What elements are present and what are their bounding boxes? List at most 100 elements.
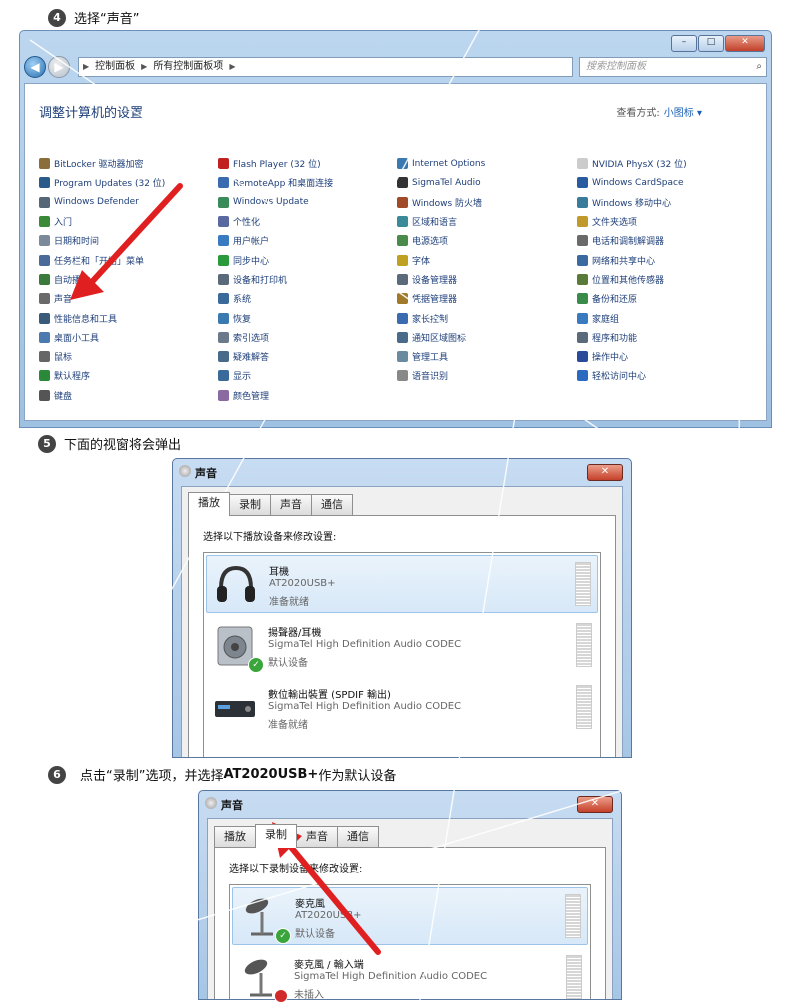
control-panel-item[interactable]: Program Updates (32 位) <box>39 173 165 192</box>
control-panel-item[interactable]: 恢复 <box>218 308 333 327</box>
control-panel-item[interactable]: Flash Player (32 位) <box>218 154 333 173</box>
control-panel-item[interactable]: 鼠标 <box>39 347 165 366</box>
control-panel-item-label: 电话和调制解调器 <box>592 237 665 248</box>
tab-bar: 播放 录制 声音 通信 <box>214 824 379 848</box>
control-panel-item-icon <box>397 293 408 305</box>
step-number: 4 <box>48 8 66 27</box>
control-panel-item[interactable]: 文件夹选项 <box>577 212 687 231</box>
tab-3[interactable]: 声音 <box>270 494 312 515</box>
speaker-icon <box>205 797 217 809</box>
control-panel-item[interactable]: 任务栏和「开始」菜单 <box>39 250 165 269</box>
address-bar[interactable]: ▶ 控制面板 ▶ 所有控制面板项 ▶ <box>78 57 573 77</box>
device-item[interactable]: 數位輸出裝置 (SPDIF 輸出) SigmaTel High Definitio… <box>206 679 598 737</box>
control-panel-item[interactable]: 颜色管理 <box>218 386 333 405</box>
control-panel-item-label: Windows Update <box>233 197 309 208</box>
tab-4[interactable]: 通信 <box>337 826 379 847</box>
search-icon[interactable]: ⌕ <box>756 58 762 76</box>
control-panel-item[interactable]: 桌面小工具 <box>39 328 165 347</box>
control-panel-item-icon <box>39 370 50 382</box>
control-panel-item[interactable]: 同步中心 <box>218 250 333 269</box>
control-panel-item[interactable]: 入门 <box>39 212 165 231</box>
control-panel-item[interactable]: 管理工具 <box>397 347 485 366</box>
control-panel-item[interactable]: 设备和打印机 <box>218 270 333 289</box>
control-panel-item[interactable]: Windows 移动中心 <box>577 193 687 212</box>
control-panel-item[interactable]: NVIDIA PhysX (32 位) <box>577 154 687 173</box>
close-button[interactable]: ✕ <box>577 796 613 813</box>
control-panel-item[interactable]: 程序和功能 <box>577 328 687 347</box>
control-panel-item[interactable]: 默认程序 <box>39 366 165 385</box>
control-panel-item[interactable]: Windows CardSpace <box>577 173 687 192</box>
device-item[interactable]: ✓ 麥克風 AT2020USB+ 默认设备 <box>232 887 588 945</box>
back-button[interactable]: ◀ <box>24 56 46 78</box>
control-panel-item[interactable]: 轻松访问中心 <box>577 366 687 385</box>
tab-2[interactable]: 录制 <box>255 824 297 848</box>
device-item[interactable]: ✓ 揚聲器/耳機 SigmaTel High Definition Audio CO… <box>206 617 598 675</box>
control-panel-item-icon <box>39 158 50 170</box>
control-panel-item[interactable]: 自动播放 <box>39 270 165 289</box>
control-panel-item[interactable]: Windows 防火墙 <box>397 193 485 212</box>
item-column-4: NVIDIA PhysX (32 位) Windows CardSpace Wind… <box>577 154 687 386</box>
breadcrumb-all-items[interactable]: 所有控制面板项 <box>153 58 223 76</box>
control-panel-item[interactable]: 网络和共享中心 <box>577 250 687 269</box>
close-button[interactable]: ✕ <box>587 464 623 481</box>
control-panel-item[interactable]: 家长控制 <box>397 308 485 327</box>
control-panel-item[interactable]: 性能信息和工具 <box>39 308 165 327</box>
control-panel-item[interactable]: 用户帐户 <box>218 231 333 250</box>
control-panel-item[interactable]: Windows Defender <box>39 193 165 212</box>
control-panel-item[interactable]: 个性化 <box>218 212 333 231</box>
device-item[interactable]: 耳機 AT2020USB+ 准备就绪 <box>206 555 598 613</box>
tab-3[interactable]: 声音 <box>296 826 338 847</box>
control-panel-item[interactable]: 操作中心 <box>577 347 687 366</box>
control-panel-item[interactable]: 电话和调制解调器 <box>577 231 687 250</box>
control-panel-item[interactable]: 字体 <box>397 250 485 269</box>
forward-button[interactable]: ▶ <box>48 56 70 78</box>
control-panel-item[interactable]: SigmaTel Audio <box>397 173 485 192</box>
step-text: 选择“声音” <box>74 12 140 27</box>
control-panel-item[interactable]: 电源选项 <box>397 231 485 250</box>
device-item[interactable]: 麥克風 / 輸入端 SigmaTel High Definition Audio … <box>232 949 588 1007</box>
control-panel-item[interactable]: 区域和语言 <box>397 212 485 231</box>
control-panel-item[interactable]: Internet Options <box>397 154 485 173</box>
control-panel-item-icon <box>397 177 408 189</box>
control-panel-item[interactable]: 通知区域图标 <box>397 328 485 347</box>
close-button[interactable]: ✕ <box>725 35 765 52</box>
control-panel-item[interactable]: 显示 <box>218 366 333 385</box>
control-panel-item[interactable]: Windows Update <box>218 193 333 212</box>
control-panel-item-icon <box>577 312 588 324</box>
control-panel-item-icon <box>397 235 408 247</box>
control-panel-item[interactable]: 位置和其他传感器 <box>577 270 687 289</box>
search-input[interactable]: 搜索控制面板 ⌕ <box>579 57 767 77</box>
tab-2[interactable]: 录制 <box>229 494 271 515</box>
step-number: 6 <box>48 765 66 784</box>
control-panel-item[interactable]: 备份和还原 <box>577 289 687 308</box>
control-panel-item[interactable]: 凭据管理器 <box>397 289 485 308</box>
control-panel-item[interactable]: 疑难解答 <box>218 347 333 366</box>
control-panel-item[interactable]: 语音识别 <box>397 366 485 385</box>
breadcrumb-control-panel[interactable]: 控制面板 <box>95 58 135 76</box>
view-by-dropdown[interactable]: 小图标 ▾ <box>664 108 702 119</box>
control-panel-item-icon <box>218 158 229 170</box>
tab-1[interactable]: 播放 <box>188 492 230 516</box>
tab-1[interactable]: 播放 <box>214 826 256 847</box>
minimize-button[interactable]: – <box>671 35 697 52</box>
control-panel-item-icon <box>577 177 588 189</box>
tab-4[interactable]: 通信 <box>311 494 353 515</box>
control-panel-item[interactable]: RemoteApp 和桌面连接 <box>218 173 333 192</box>
maximize-button[interactable]: □ <box>698 35 724 52</box>
control-panel-item-label: 显示 <box>233 372 252 383</box>
control-panel-item-icon <box>577 273 588 285</box>
control-panel-item-label: 自动播放 <box>54 275 91 286</box>
control-panel-item[interactable]: 系统 <box>218 289 333 308</box>
control-panel-item[interactable]: 日期和时间 <box>39 231 165 250</box>
control-panel-item-icon <box>397 273 408 285</box>
control-panel-item[interactable]: 声音 <box>39 289 165 308</box>
control-panel-item[interactable]: 键盘 <box>39 386 165 405</box>
control-panel-item[interactable]: 索引选项 <box>218 328 333 347</box>
control-panel-item[interactable]: 设备管理器 <box>397 270 485 289</box>
control-panel-item-label: 个性化 <box>233 218 261 229</box>
control-panel-item-label: 轻松访问中心 <box>592 372 647 383</box>
control-panel-item[interactable]: 家庭组 <box>577 308 687 327</box>
device-description: SigmaTel High Definition Audio CODEC <box>294 971 488 982</box>
control-panel-item[interactable]: BitLocker 驱动器加密 <box>39 154 165 173</box>
control-panel-item-label: 语音识别 <box>412 372 449 383</box>
